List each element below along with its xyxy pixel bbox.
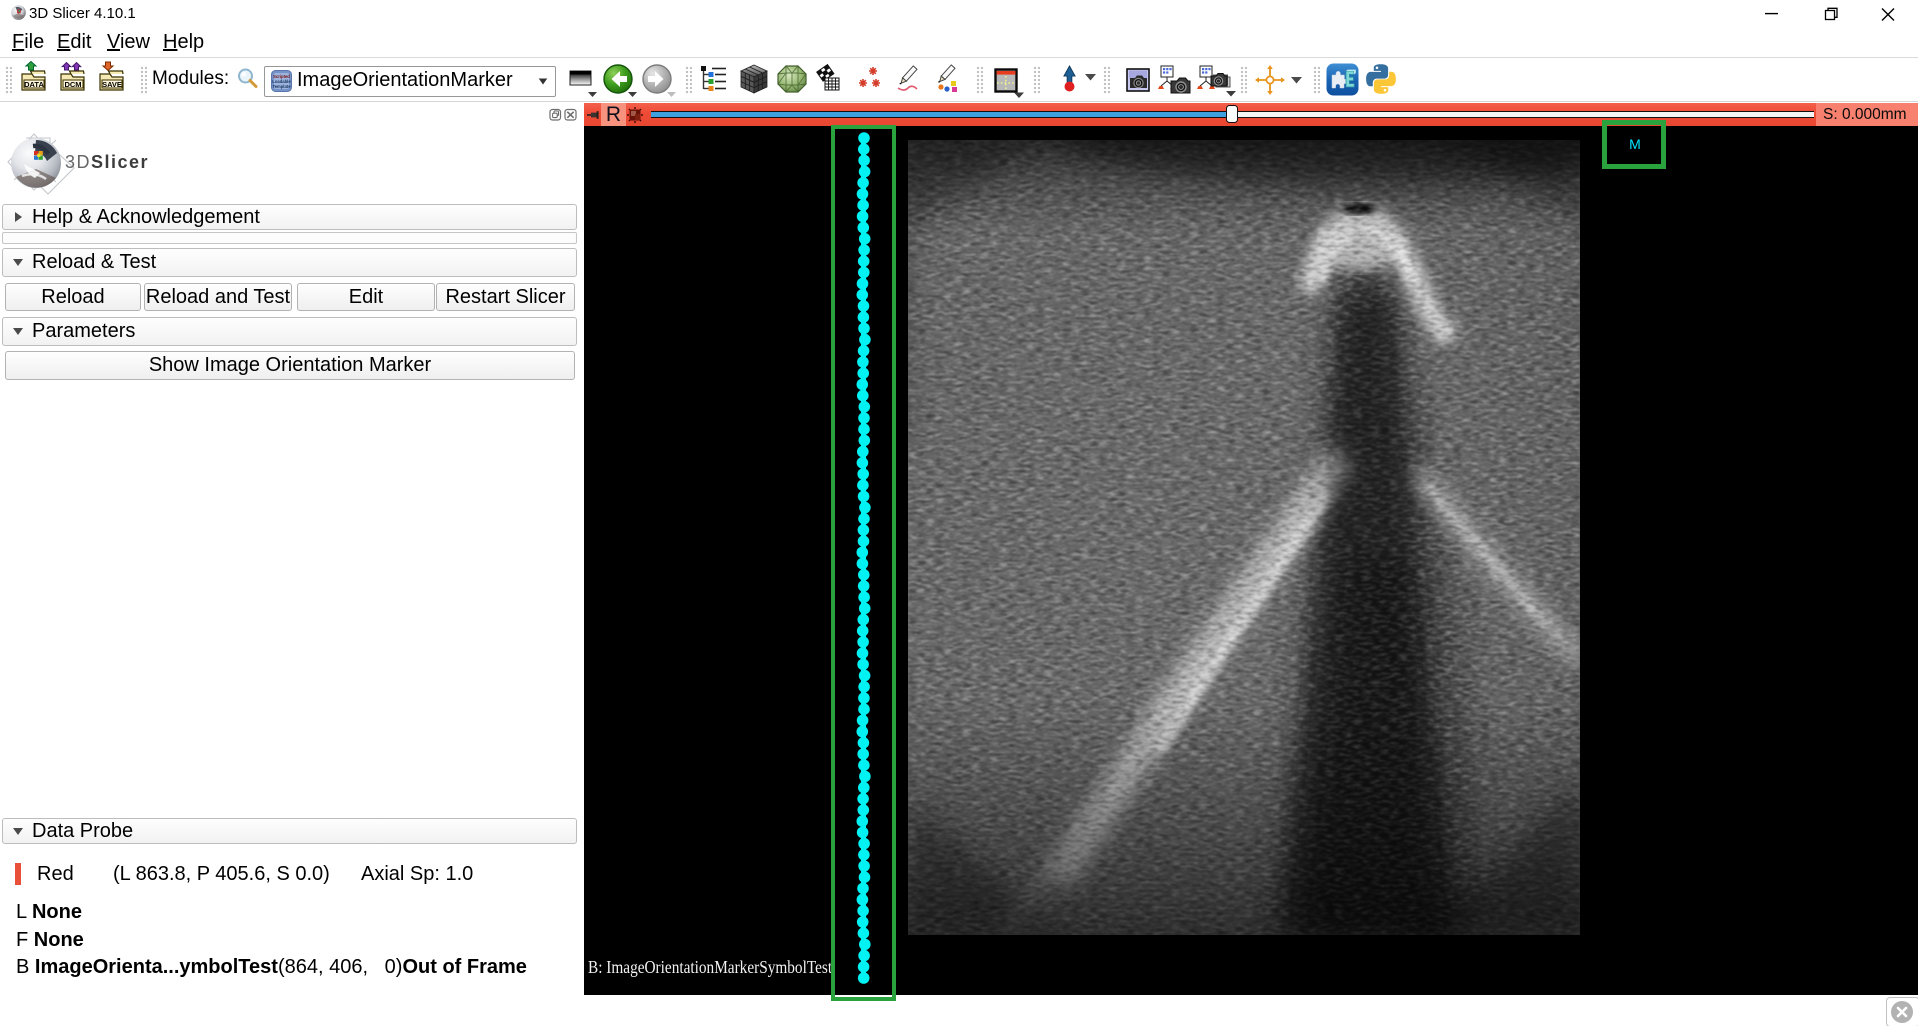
svg-text:SAVE: SAVE bbox=[102, 80, 122, 89]
svg-text:DCM: DCM bbox=[64, 80, 81, 89]
svg-text:DATA: DATA bbox=[24, 80, 44, 89]
svg-text:Template: Template bbox=[272, 84, 291, 89]
